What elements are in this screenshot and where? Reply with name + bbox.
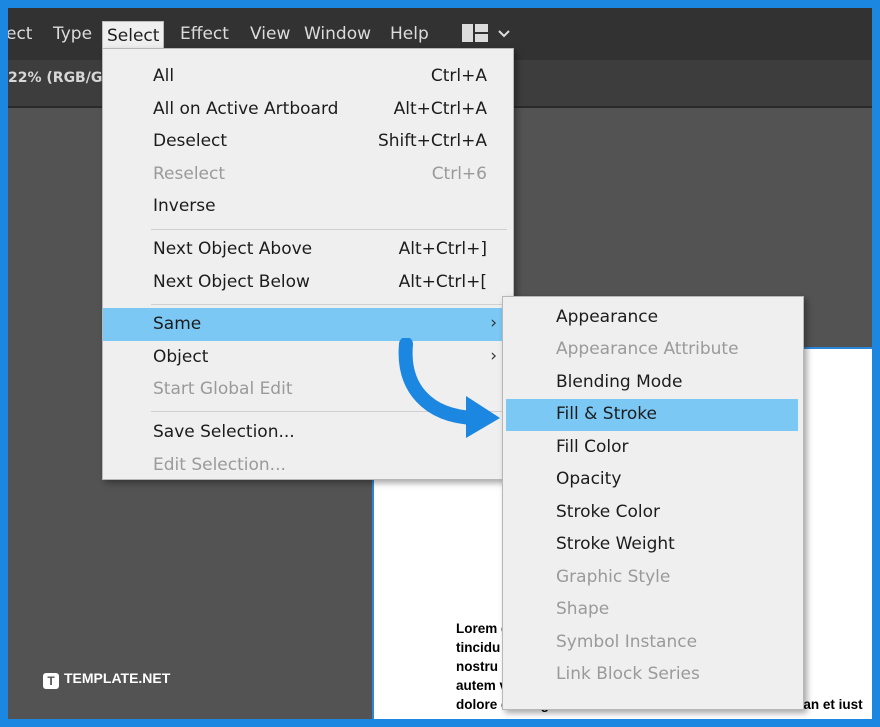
submenu-item-label: Appearance xyxy=(556,307,659,327)
document-tab[interactable]: 22% (RGB/GP xyxy=(8,70,113,86)
menu-item-reselect: Reselect Ctrl+6 xyxy=(103,158,513,191)
menu-item-label: Edit Selection... xyxy=(153,455,286,475)
chevron-down-icon[interactable] xyxy=(498,23,510,43)
chevron-right-icon: › xyxy=(490,313,497,333)
menu-item-label: Deselect xyxy=(153,131,228,151)
submenu-item-stroke-color[interactable]: Stroke Color xyxy=(506,497,798,529)
app-window: ect Type Select Effect View Window Help … xyxy=(8,8,872,719)
menu-item-label: All xyxy=(153,66,175,86)
menu-item-label: Inverse xyxy=(153,196,216,216)
submenu-item-label: Fill & Stroke xyxy=(556,404,657,424)
submenu-item-blending-mode[interactable]: Blending Mode xyxy=(506,367,798,399)
menu-item-label: Next Object Below xyxy=(153,272,310,292)
menu-item-shortcut: Ctrl+6 xyxy=(431,164,487,184)
menu-view[interactable]: View xyxy=(246,22,294,46)
menu-item-label: Next Object Above xyxy=(153,239,313,259)
menu-item-label: Start Global Edit xyxy=(153,379,293,399)
submenu-item-label: Blending Mode xyxy=(556,372,683,392)
submenu-item-label: Stroke Weight xyxy=(556,534,675,554)
submenu-item-stroke-weight[interactable]: Stroke Weight xyxy=(506,529,798,561)
menu-item-shortcut: Alt+Ctrl+[ xyxy=(398,272,487,292)
menu-window[interactable]: Window xyxy=(300,22,375,46)
submenu-item-shape: Shape xyxy=(506,594,798,626)
menu-item-all-on-active-artboard[interactable]: All on Active Artboard Alt+Ctrl+A xyxy=(103,93,513,126)
menu-item-edit-selection: Edit Selection... xyxy=(103,449,513,482)
submenu-item-label: Shape xyxy=(556,599,610,619)
submenu-item-link-block-series: Link Block Series xyxy=(506,659,798,691)
menu-item-inverse[interactable]: Inverse xyxy=(103,190,513,223)
menu-item-deselect[interactable]: Deselect Shift+Ctrl+A xyxy=(103,125,513,158)
menu-item-next-object-below[interactable]: Next Object Below Alt+Ctrl+[ xyxy=(103,266,513,299)
submenu-item-graphic-style: Graphic Style xyxy=(506,562,798,594)
submenu-item-label: Appearance Attribute xyxy=(556,339,739,359)
menu-item-next-object-above[interactable]: Next Object Above Alt+Ctrl+] xyxy=(103,233,513,266)
menu-item-shortcut: Alt+Ctrl+] xyxy=(398,239,487,259)
menu-item-label: Object xyxy=(153,347,209,367)
menu-item-label: All on Active Artboard xyxy=(153,99,339,119)
menu-item-label: Save Selection... xyxy=(153,422,295,442)
menu-item-shortcut: Ctrl+A xyxy=(430,66,487,86)
workspace-layout-icon[interactable] xyxy=(462,24,488,42)
menu-item-shortcut: Alt+Ctrl+A xyxy=(393,99,487,119)
submenu-item-symbol-instance: Symbol Instance xyxy=(506,627,798,659)
submenu-item-label: Graphic Style xyxy=(556,567,671,587)
submenu-item-label: Link Block Series xyxy=(556,664,700,684)
menu-help[interactable]: Help xyxy=(386,22,433,46)
brand-name: TEMPLATE.NET xyxy=(64,670,171,686)
menu-select[interactable]: Select xyxy=(102,21,165,50)
menu-object-partial[interactable]: ect xyxy=(8,22,36,46)
menu-type[interactable]: Type xyxy=(49,22,96,46)
menu-item-label: Reselect xyxy=(153,164,226,184)
menu-separator xyxy=(151,229,507,230)
submenu-item-label: Symbol Instance xyxy=(556,632,698,652)
submenu-item-appearance[interactable]: Appearance xyxy=(506,302,798,334)
submenu-item-fill-stroke[interactable]: Fill & Stroke xyxy=(506,399,798,431)
submenu-item-appearance-attribute: Appearance Attribute xyxy=(506,334,798,366)
menu-effect[interactable]: Effect xyxy=(176,22,233,46)
menu-item-all[interactable]: All Ctrl+A xyxy=(103,60,513,93)
submenu-item-fill-color[interactable]: Fill Color xyxy=(506,432,798,464)
same-submenu: Appearance Appearance Attribute Blending… xyxy=(502,296,804,710)
menu-item-same[interactable]: Same › xyxy=(103,308,513,341)
submenu-item-opacity[interactable]: Opacity xyxy=(506,464,798,496)
menu-item-label: Same xyxy=(153,314,202,334)
submenu-item-label: Opacity xyxy=(556,469,622,489)
submenu-item-label: Stroke Color xyxy=(556,502,660,522)
brand-watermark: T TEMPLATE.NET xyxy=(43,670,170,689)
submenu-item-label: Fill Color xyxy=(556,437,629,457)
curved-arrow-icon xyxy=(398,338,500,438)
template-logo-icon: T xyxy=(43,673,59,689)
menu-separator xyxy=(151,304,507,305)
menu-item-shortcut: Shift+Ctrl+A xyxy=(377,131,487,151)
